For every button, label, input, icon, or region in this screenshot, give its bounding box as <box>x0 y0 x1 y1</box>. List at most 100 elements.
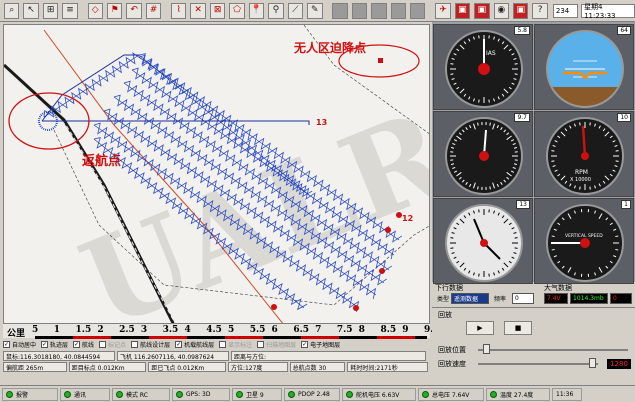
scale-tick-label: 1.5 <box>75 325 92 335</box>
scale-tick-label: 5.5 <box>249 325 266 335</box>
pen-icon[interactable]: ✎ <box>307 2 323 19</box>
status-text: 卫星 9 <box>246 391 264 399</box>
status-alarm: 报警 <box>2 387 58 401</box>
downlink-type-label: 类型 <box>437 296 450 303</box>
replay-speed-value: 1280 <box>607 359 631 369</box>
checkbox-label: 电子地图层 <box>310 342 341 349</box>
layer-checkbox[interactable]: ✓ 自动居中 <box>3 340 36 349</box>
atmosphere-title: 大气数据 <box>544 284 572 292</box>
route-icon[interactable]: ⌇ <box>171 2 187 19</box>
gauge-value: 1 <box>621 200 631 209</box>
ias-label: IAS <box>486 50 496 57</box>
checkbox-box[interactable]: ✓ <box>301 341 309 348</box>
layer-checkboxes: ✓ 自动居中 ✓ 轨迹层 ✓ 航线 标记点 航线设计层 ✓ 机载航线层 显示标注 扫描地图层 ✓ 电子地图… <box>3 339 430 350</box>
rpm-panel: RPM X 10000 10 <box>534 111 634 197</box>
checkbox-label: 机载航线层 <box>184 342 215 349</box>
tv-icon[interactable]: ▣ <box>513 2 529 19</box>
downlink-rate-value: 0 <box>512 293 534 304</box>
pin-icon[interactable]: 📍 <box>248 2 265 19</box>
checkbox-box[interactable] <box>219 341 227 348</box>
status-text: 温度 27.4度 <box>500 391 534 399</box>
ruler-icon[interactable]: ⟋ <box>287 2 304 19</box>
layer-checkbox[interactable]: ✓ 航线 <box>73 340 94 349</box>
tv-icon[interactable]: ▣ <box>454 2 471 19</box>
checkbox-box[interactable]: ✓ <box>175 341 183 348</box>
measure-icon[interactable]: ⊞ <box>42 2 59 19</box>
layer-checkbox[interactable]: 标记点 <box>99 340 126 349</box>
speed-track[interactable] <box>478 363 598 365</box>
status-gps: GPS: 3D <box>172 387 230 401</box>
scale-tick-label: 3 <box>140 325 148 335</box>
stop-button[interactable]: ■ <box>504 321 532 335</box>
square-icon[interactable] <box>351 2 368 19</box>
layer-checkbox[interactable]: 扫描地图层 <box>257 340 296 349</box>
gauge-tick <box>551 248 555 251</box>
tv-icon[interactable]: ▣ <box>474 2 490 19</box>
position-track[interactable] <box>478 349 628 351</box>
status-led <box>116 390 123 398</box>
status-led <box>346 390 353 398</box>
pointer-icon[interactable]: ↖ <box>23 2 39 19</box>
position-slider-thumb[interactable] <box>482 344 490 354</box>
speed-slider-thumb[interactable] <box>589 358 596 368</box>
watermark-text: UALR <box>64 83 430 324</box>
gauge-value: 64 <box>617 26 631 35</box>
checkbox-box[interactable]: ✓ <box>3 341 10 348</box>
offset-distance: 偏航距 265m <box>3 362 67 372</box>
flag-icon[interactable]: ⚑ <box>106 2 123 19</box>
gauge-tick <box>489 122 491 126</box>
layer-checkbox[interactable]: ✓ 电子地图层 <box>301 340 340 349</box>
waypoint-marker <box>396 212 402 218</box>
checkbox-box[interactable]: ✓ <box>41 341 49 348</box>
scale-tick-label: 5 <box>32 325 39 335</box>
map-view[interactable]: UALR 返航点 无人区迫降点 13 12 <box>3 24 430 324</box>
status-total-voltage: 总电压 7.64V <box>418 387 484 401</box>
checkbox-label: 标记点 <box>108 342 127 349</box>
checkbox-box[interactable] <box>131 341 139 348</box>
layer-checkbox[interactable]: ✓ 轨迹层 <box>41 340 68 349</box>
scale-tick-label: 2.5 <box>119 325 135 335</box>
status-text: 模式 RC <box>126 391 148 399</box>
help-icon[interactable]: ? <box>532 2 548 19</box>
checkbox-box[interactable] <box>99 341 107 348</box>
waypoint-13-label: 13 <box>316 118 327 127</box>
scale-tick-label: 3.5 <box>162 325 179 335</box>
data-panels: 下行数据 类型 遥测数据 频率 0 大气数据 7.4V 1014.3mb 0 <box>432 283 635 306</box>
layer-icon[interactable]: ≡ <box>62 2 78 19</box>
grid-icon[interactable]: # <box>145 2 162 19</box>
gauge-tick <box>489 186 491 190</box>
waypoint-marker <box>379 268 385 274</box>
status-pdop: PDOP 2.48 <box>284 387 340 401</box>
square-icon[interactable] <box>371 2 387 19</box>
undo-icon[interactable]: ↶ <box>126 2 142 19</box>
zoom-icon[interactable]: ⌕ <box>4 2 20 19</box>
microscope-icon[interactable]: ⚲ <box>268 2 284 19</box>
checkbox-box[interactable]: ✓ <box>73 341 81 348</box>
gauge-value: 13 <box>516 200 530 209</box>
square-icon[interactable] <box>410 2 426 19</box>
map-canvas[interactable]: UALR 返航点 无人区迫降点 13 12 <box>4 25 430 324</box>
status-led <box>64 390 71 398</box>
layer-checkbox[interactable]: ✓ 机载航线层 <box>175 340 214 349</box>
atmosphere-value: 0 <box>610 293 632 304</box>
play-button[interactable]: ▶ <box>466 321 494 335</box>
layer-checkbox[interactable]: 航线设计层 <box>131 340 170 349</box>
checkbox-label: 显示标注 <box>228 342 253 349</box>
camera-icon[interactable]: ◉ <box>493 2 509 19</box>
gauge-tick <box>477 186 479 190</box>
box-route-icon[interactable]: ⊠ <box>209 2 226 19</box>
status-led <box>422 390 429 398</box>
waypoint-icon[interactable]: ◇ <box>87 2 103 19</box>
landing-marker <box>378 58 383 63</box>
app-window: ⌕ ↖ ⊞ ≡ ◇ ⚑ ↶ # ⌇ ✕ ⊠ ⬠ 📍 ⚲ ⟋ ✎ ✈ ▣ ▣ ◉ … <box>0 0 635 402</box>
downlink-rate-label: 频率 <box>494 296 507 303</box>
cross-route-icon[interactable]: ✕ <box>190 2 206 19</box>
square-icon[interactable] <box>390 2 407 19</box>
status-comm: 通讯 <box>60 387 110 401</box>
layer-checkbox[interactable]: 显示标注 <box>219 340 252 349</box>
gray-box-icon[interactable] <box>332 2 348 19</box>
polygon-icon[interactable]: ⬠ <box>229 2 245 19</box>
plane-icon[interactable]: ✈ <box>435 2 451 19</box>
checkbox-box[interactable] <box>257 341 265 348</box>
scale-tick-label: 4.5 <box>206 325 222 335</box>
